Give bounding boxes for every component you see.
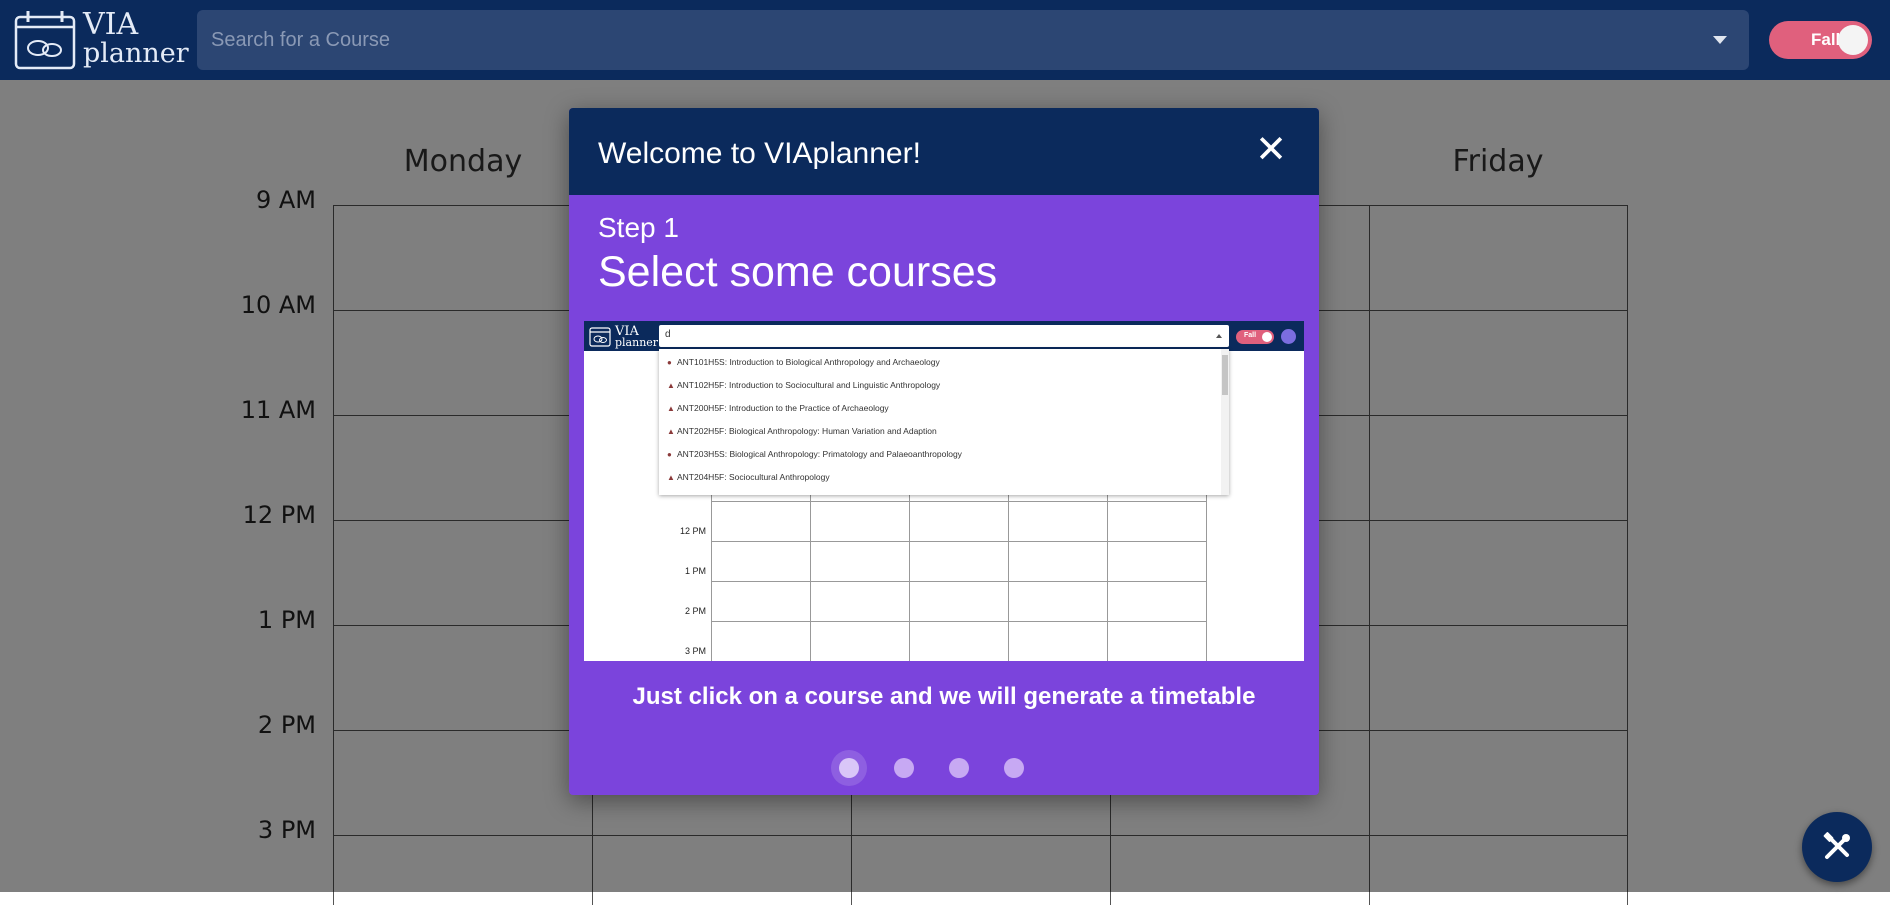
via-planner-logo[interactable]: VIA planner bbox=[14, 7, 189, 73]
globe-icon: ● bbox=[667, 450, 672, 459]
preview-option: ▲ ANT204H5F: Sociocultural Anthropology bbox=[667, 470, 1207, 492]
preview-gear-icon bbox=[1281, 329, 1296, 344]
preview-scrollbar bbox=[1221, 349, 1229, 495]
close-icon[interactable]: ✕ bbox=[1251, 130, 1291, 170]
tools-icon bbox=[1823, 832, 1850, 859]
preview-option: ▲ ANT202H5F: Biological Anthropology: Hum… bbox=[667, 424, 1207, 446]
preview-option-text: ANT202H5F: Biological Anthropology: Huma… bbox=[677, 426, 937, 436]
preview-option-text: ANT102H5F: Introduction to Sociocultural… bbox=[677, 380, 941, 390]
step-caption: Just click on a course and we will gener… bbox=[632, 683, 1256, 710]
preview-option: ▲ ANT200H5F: Introduction to the Practice… bbox=[667, 401, 1207, 423]
step-label: Step 1 bbox=[598, 212, 679, 243]
step-dot-2[interactable] bbox=[894, 758, 914, 778]
step-dot-3[interactable] bbox=[949, 758, 969, 778]
logo-text-planner: planner bbox=[83, 38, 189, 69]
preview-toggle-label: Fall bbox=[1244, 332, 1257, 339]
calendar-logo-icon bbox=[589, 327, 611, 347]
course-search[interactable] bbox=[197, 10, 1749, 70]
calendar-logo-icon bbox=[14, 11, 76, 70]
preview-time-label: 1 PM bbox=[684, 566, 706, 576]
tutorial-preview-image: VIA planner d Fall 12 PM 1 PM 2 PM 3 PM … bbox=[584, 321, 1304, 661]
step-dot-1[interactable] bbox=[839, 758, 859, 778]
step-heading: Select some courses bbox=[598, 248, 998, 296]
preview-option-text: ANT204H5F: Sociocultural Anthropology bbox=[677, 472, 830, 482]
preview-scroll-thumb bbox=[1222, 355, 1228, 395]
term-toggle[interactable]: Fall bbox=[1769, 21, 1872, 59]
preview-logo-planner: planner bbox=[615, 336, 659, 349]
modal-header: Welcome to VIAplanner! ✕ bbox=[569, 108, 1319, 195]
dropdown-caret-icon[interactable] bbox=[1713, 36, 1727, 44]
preview-option: ● ANT203H5S: Biological Anthropology: Pri… bbox=[667, 447, 1207, 469]
term-toggle-knob[interactable] bbox=[1838, 25, 1868, 55]
preview-option-text: ANT203H5S: Biological Anthropology: Prim… bbox=[677, 449, 962, 459]
logo-text-via: VIA bbox=[83, 7, 139, 42]
preview-option-text: ANT101H5S: Introduction to Biological An… bbox=[677, 357, 940, 367]
term-toggle-label: Fall bbox=[1811, 30, 1841, 49]
tools-button[interactable] bbox=[1802, 812, 1872, 882]
stack-icon: ▲ bbox=[667, 381, 675, 390]
preview-time-label: 3 PM bbox=[684, 646, 706, 656]
preview-caret-icon bbox=[1216, 334, 1222, 338]
stack-icon: ▲ bbox=[667, 473, 675, 482]
preview-option: ● ANT101H5S: Introduction to Biological A… bbox=[667, 355, 1207, 377]
step-dot-4[interactable] bbox=[1004, 758, 1024, 778]
preview-search: d bbox=[659, 325, 1229, 347]
modal-title: Welcome to VIAplanner! bbox=[598, 137, 921, 170]
preview-option: ▲ ANT102H5F: Introduction to Sociocultura… bbox=[667, 378, 1207, 400]
stack-icon: ▲ bbox=[667, 427, 675, 436]
app-header: VIA planner Fall bbox=[0, 0, 1890, 80]
preview-time-label: 2 PM bbox=[684, 606, 706, 616]
course-search-input[interactable] bbox=[211, 10, 1681, 70]
preview-option-text: ANT200H5F: Introduction to the Practice … bbox=[677, 403, 889, 413]
preview-time-label: 12 PM bbox=[679, 526, 706, 536]
preview-header: VIA planner d Fall bbox=[584, 321, 1304, 351]
preview-dropdown-list: ● ANT101H5S: Introduction to Biological A… bbox=[659, 349, 1229, 495]
welcome-modal: Welcome to VIAplanner! ✕ Step 1 Select s… bbox=[569, 108, 1319, 795]
preview-search-query: d bbox=[665, 329, 671, 340]
preview-term-toggle: Fall bbox=[1236, 330, 1274, 344]
globe-icon: ● bbox=[667, 358, 672, 367]
preview-toggle-knob bbox=[1262, 332, 1272, 342]
step-indicator bbox=[839, 748, 1049, 788]
stack-icon: ▲ bbox=[667, 404, 675, 413]
